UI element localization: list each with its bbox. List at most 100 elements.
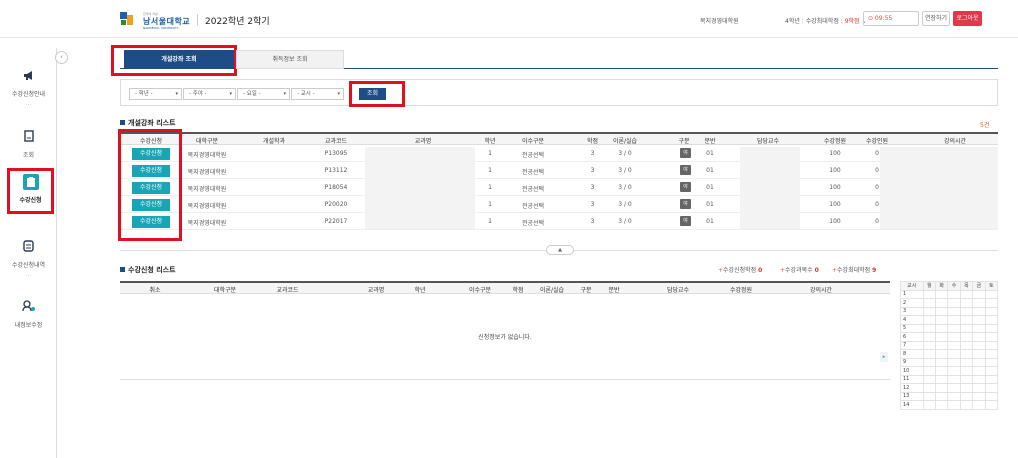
col-kind: 구분	[580, 287, 592, 294]
table-row: 복지경영대학원 P22017 1 전공선택 3 3 / 0 01 100 0	[120, 213, 998, 230]
timetable-row: 9	[900, 357, 999, 367]
timetable-header-row: 교시 월 화 수 목 금 토	[900, 281, 999, 291]
col-time: 강의시간	[943, 138, 967, 145]
timetable-row: 13	[900, 391, 999, 401]
chevron-down-icon: ▾	[175, 91, 178, 97]
day-night-select[interactable]: - 주야 - ▾	[183, 88, 236, 100]
history-icon	[0, 240, 57, 255]
table-row: 복지경영대학원 P13095 1 전공선택 3 3 / 0 01 100 0	[120, 145, 998, 162]
collapse-toggle-icon[interactable]: ▲	[546, 245, 574, 255]
user-settings-icon	[0, 300, 57, 315]
summary-credits: +수강신청학점 0	[718, 267, 763, 274]
tt-col-sat: 토	[984, 281, 999, 291]
col-type: 이수구분	[468, 287, 492, 294]
megaphone-icon	[0, 70, 57, 84]
school-name-en: NAMSEOUL UNIVERSITY	[143, 26, 179, 30]
tt-col-wed: 수	[947, 281, 961, 291]
tt-col-period: 교시	[900, 281, 924, 291]
col-theory: 이론/실습	[612, 138, 638, 145]
chevron-down-icon: ▾	[283, 91, 286, 97]
col-dept: 개설학과	[262, 138, 286, 145]
timetable-row: 6	[900, 332, 999, 342]
sidebar-item-guide[interactable]: 수강신청안내 ···	[0, 70, 57, 109]
col-enrolled: 수강인원	[865, 138, 889, 145]
school-logo-icon[interactable]	[120, 12, 134, 26]
grade-select[interactable]: - 학년 - ▾	[129, 88, 182, 100]
col-type: 이수구분	[521, 138, 545, 145]
tab-earned-credits[interactable]: 취득정보 조회	[236, 50, 344, 69]
col-capacity: 수강정원	[823, 138, 847, 145]
timetable-row: 2	[900, 298, 999, 308]
sidebar-item-label: 내정보수정	[14, 322, 43, 329]
timetable-row: 8	[900, 349, 999, 359]
redacted-professors	[740, 147, 800, 229]
registered-table-header: 취소 대학구분 교과코드 교과명 학년 이수구분 학점 이론/실습 구분 분반 …	[120, 281, 890, 294]
grade-label: 4학년	[785, 18, 800, 25]
kind-badge: 야	[680, 216, 691, 226]
sidebar-collapse-icon[interactable]: ‹	[55, 51, 68, 64]
col-time: 강의시간	[809, 287, 833, 294]
col-section: 분반	[704, 138, 716, 145]
sidebar-item-profile[interactable]: 내정보수정	[0, 300, 57, 329]
timetable-row: 10	[900, 366, 999, 376]
header-divider	[197, 14, 198, 26]
sidebar-item-label: 조회	[22, 152, 35, 159]
col-college: 대학구분	[213, 287, 237, 294]
timetable-row: 14	[900, 400, 999, 410]
weekday-select[interactable]: - 요일 - ▾	[237, 88, 290, 100]
col-code: 교과코드	[276, 287, 299, 294]
sidebar-separator: ···	[25, 273, 32, 280]
col-professor: 담당교수	[666, 287, 690, 294]
register-icon	[22, 174, 39, 190]
course-list-title: 개설강좌 리스트	[120, 118, 176, 128]
kind-badge: 야	[680, 165, 691, 175]
expand-arrow-icon[interactable]: ▸	[880, 352, 888, 362]
logout-button[interactable]: 로그아웃	[953, 11, 982, 26]
col-name: 교과명	[414, 138, 432, 145]
highlight-box-apply	[118, 129, 182, 241]
col-college: 대학구분	[195, 138, 219, 145]
timetable-row: 1	[900, 289, 999, 299]
table-row: 복지경영대학원 P20020 1 전공선택 3 3 / 0 01 100 0	[120, 196, 998, 213]
col-capacity: 수강정원	[729, 287, 753, 294]
department-label: 복지경영대학원	[700, 18, 739, 25]
col-code: 교과코드	[324, 138, 348, 145]
highlight-box-search	[349, 81, 405, 107]
kind-badge: 야	[680, 182, 691, 192]
redacted-course-names	[365, 147, 475, 229]
top-header: 한국의 자랑 남서울대학교 NAMSEOUL UNIVERSITY 2022학년…	[0, 0, 1018, 38]
timetable-row: 11	[900, 374, 999, 384]
sidebar-item-register[interactable]: 수강신청	[7, 168, 54, 214]
sidebar-item-history[interactable]: 수강신청내역 ···	[0, 240, 57, 280]
timetable-row: 12	[900, 383, 999, 393]
kind-badge: 야	[680, 148, 691, 158]
col-section: 분반	[608, 287, 620, 294]
extend-session-button[interactable]: 연장하기	[922, 11, 950, 26]
empty-state-message: 신청정보가 없습니다.	[478, 334, 532, 341]
col-credit: 학점	[512, 287, 524, 294]
col-kind: 구분	[678, 138, 690, 145]
sidebar-item-label: 수강신청안내	[11, 91, 46, 98]
period-select[interactable]: - 교시 - ▾	[291, 88, 344, 100]
timetable-row: 4	[900, 315, 999, 325]
chevron-down-icon: ▾	[229, 91, 232, 97]
sidebar-item-inquiry[interactable]: 조회	[0, 130, 57, 159]
timetable-row: 7	[900, 340, 999, 350]
registered-table-body: 신청정보가 없습니다.	[120, 294, 890, 380]
sidebar-item-label: 수강신청내역	[11, 262, 46, 269]
timetable: 교시 월 화 수 목 금 토 1 2 3 4 5 6 7 8 9 10 11 1…	[900, 281, 999, 410]
chevron-down-icon: ▾	[337, 91, 340, 97]
summary-courses: +수강과목수 0	[780, 267, 819, 274]
tt-col-mon: 월	[922, 281, 936, 291]
course-count: 5건	[980, 122, 990, 129]
col-grade: 학년	[414, 287, 426, 294]
col-credit: 학점	[586, 138, 599, 145]
table-row: 복지경영대학원 P13112 1 전공선택 3 3 / 0 01 100 0	[120, 162, 998, 179]
highlight-box-tab	[111, 45, 237, 76]
summary-max-credits: +수강최대학점 9	[832, 267, 877, 274]
timetable-row: 5	[900, 323, 999, 333]
col-cancel: 취소	[149, 287, 161, 294]
col-theory: 이론/실습	[539, 287, 565, 294]
sidebar-item-label: 수강신청	[19, 197, 42, 204]
term-title: 2022학년 2학기	[205, 17, 270, 27]
